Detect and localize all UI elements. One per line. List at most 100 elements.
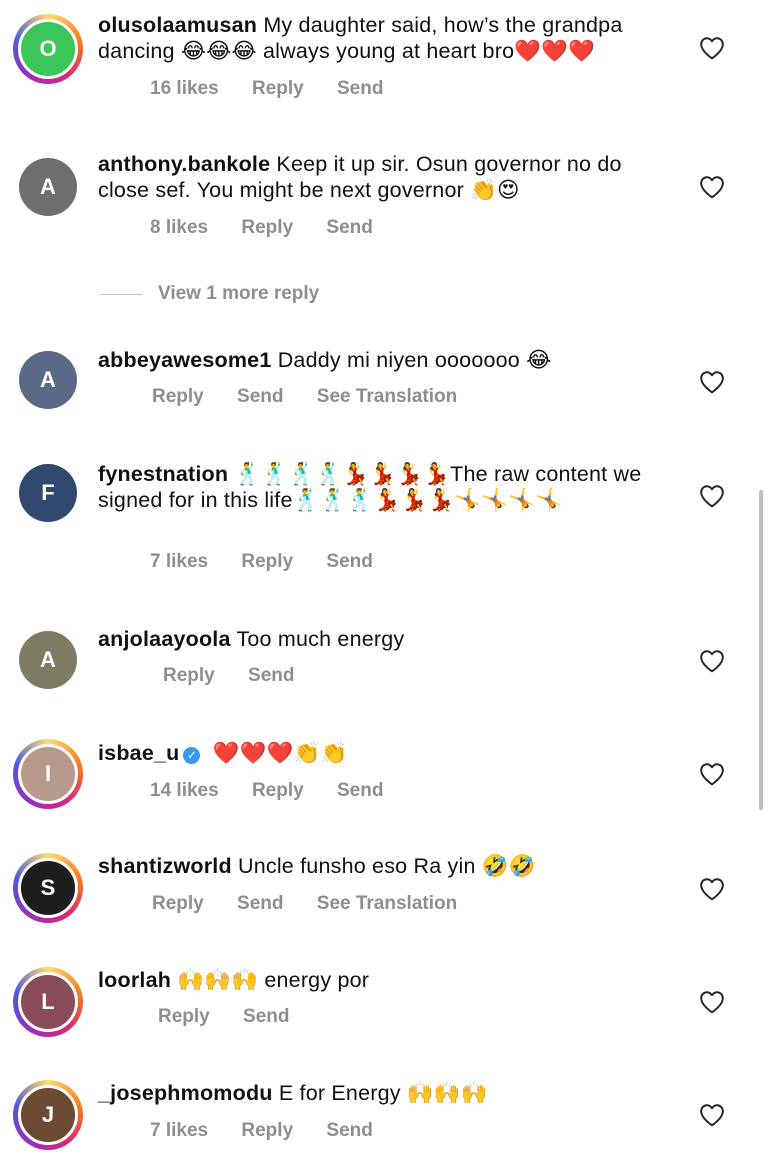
likes-count[interactable]: 7 likes bbox=[150, 551, 208, 572]
reply-button[interactable]: Reply bbox=[241, 1120, 293, 1141]
comment-username[interactable]: anthony.bankole bbox=[98, 152, 270, 176]
send-button[interactable]: Send bbox=[326, 217, 372, 238]
avatar[interactable]: J bbox=[13, 1080, 83, 1150]
avatar[interactable]: A bbox=[13, 625, 83, 695]
comment-text: Uncle funsho eso Ra yin 🤣🤣 bbox=[237, 854, 536, 878]
avatar-image: A bbox=[19, 351, 77, 409]
comment-actions: 7 likes Reply Send bbox=[150, 1120, 401, 1142]
heart-outline-icon[interactable] bbox=[699, 36, 725, 60]
reply-button[interactable]: Reply bbox=[163, 665, 215, 686]
heart-outline-icon[interactable] bbox=[699, 370, 725, 394]
avatar[interactable]: A bbox=[13, 345, 83, 415]
reply-button[interactable]: Reply bbox=[241, 551, 293, 572]
comment-text-block: fynestnation 🕺🕺🕺🕺💃💃💃💃The raw content we … bbox=[98, 461, 673, 513]
heart-outline-icon[interactable] bbox=[699, 762, 725, 786]
heart-outline-icon[interactable] bbox=[699, 990, 725, 1014]
send-button[interactable]: Send bbox=[237, 893, 283, 914]
heart-outline-icon[interactable] bbox=[699, 649, 725, 673]
avatar-image: L bbox=[18, 972, 78, 1032]
scrollbar[interactable] bbox=[759, 490, 763, 810]
divider-line bbox=[100, 293, 142, 295]
comment-actions: Reply Send bbox=[163, 665, 322, 687]
verified-badge-icon: ✓ bbox=[183, 747, 201, 764]
reply-button[interactable]: Reply bbox=[252, 78, 304, 99]
avatar-initial: I bbox=[44, 761, 52, 786]
comment-text-block: anthony.bankole Keep it up sir. Osun gov… bbox=[98, 151, 673, 203]
comment-actions: 8 likes Reply Send bbox=[150, 217, 401, 239]
likes-count[interactable]: 14 likes bbox=[150, 780, 219, 801]
comment-username[interactable]: olusolaamusan bbox=[98, 13, 257, 37]
avatar[interactable]: I bbox=[13, 739, 83, 809]
avatar-image: I bbox=[18, 744, 78, 804]
comment-actions: Reply Send bbox=[158, 1006, 317, 1028]
reply-button[interactable]: Reply bbox=[152, 893, 204, 914]
comment-text-block: _josephmomodu E for Energy 🙌🙌🙌 bbox=[98, 1080, 673, 1106]
reply-button[interactable]: Reply bbox=[241, 217, 293, 238]
avatar[interactable]: O bbox=[13, 14, 83, 84]
comment-actions: 16 likes Reply Send bbox=[150, 78, 411, 100]
likes-count[interactable]: 7 likes bbox=[150, 1120, 208, 1141]
avatar[interactable]: L bbox=[13, 967, 83, 1037]
comment-text-block: isbae_u ✓ ❤️❤️❤️👏👏 bbox=[98, 740, 673, 766]
view-more-replies-label: View 1 more reply bbox=[158, 283, 320, 304]
comment-username[interactable]: loorlah bbox=[98, 968, 171, 992]
avatar-image: S bbox=[18, 858, 78, 918]
send-button[interactable]: Send bbox=[326, 1120, 372, 1141]
avatar-image: A bbox=[19, 158, 77, 216]
comment-text-block: shantizworld Uncle funsho eso Ra yin 🤣🤣 bbox=[98, 853, 673, 879]
likes-count[interactable]: 8 likes bbox=[150, 217, 208, 238]
avatar-initial: A bbox=[40, 367, 56, 392]
avatar-image: A bbox=[19, 631, 77, 689]
heart-outline-icon[interactable] bbox=[699, 484, 725, 508]
comment-text-block: olusolaamusan My daughter said, how’s th… bbox=[98, 12, 673, 64]
likes-count[interactable]: 16 likes bbox=[150, 78, 219, 99]
comment-username[interactable]: _josephmomodu bbox=[98, 1081, 273, 1105]
comments-list: O olusolaamusan My daughter said, how’s … bbox=[0, 0, 768, 1170]
comment-text: 🙌🙌🙌 energy por bbox=[177, 968, 370, 992]
send-button[interactable]: Send bbox=[237, 386, 283, 407]
avatar-initial: L bbox=[41, 989, 55, 1014]
comment-username[interactable]: isbae_u bbox=[98, 741, 179, 765]
comment-text-block: abbeyawesome1 Daddy mi niyen ooooooo 😂 bbox=[98, 347, 673, 373]
see-translation-button[interactable]: See Translation bbox=[317, 386, 457, 407]
avatar-initial: S bbox=[40, 875, 56, 900]
reply-button[interactable]: Reply bbox=[158, 1006, 210, 1027]
comment-text: E for Energy 🙌🙌🙌 bbox=[278, 1081, 488, 1105]
send-button[interactable]: Send bbox=[243, 1006, 289, 1027]
avatar-image: F bbox=[19, 464, 77, 522]
comment-text-block: loorlah 🙌🙌🙌 energy por bbox=[98, 967, 673, 993]
reply-button[interactable]: Reply bbox=[152, 386, 204, 407]
avatar-initial: O bbox=[39, 36, 57, 61]
reply-button[interactable]: Reply bbox=[252, 780, 304, 801]
avatar[interactable]: S bbox=[13, 853, 83, 923]
send-button[interactable]: Send bbox=[337, 78, 383, 99]
avatar-image: O bbox=[18, 19, 78, 79]
heart-outline-icon[interactable] bbox=[699, 877, 725, 901]
comment-username[interactable]: anjolaayoola bbox=[98, 627, 231, 651]
send-button[interactable]: Send bbox=[248, 665, 294, 686]
avatar-image: J bbox=[18, 1085, 78, 1145]
comment-text: Daddy mi niyen ooooooo 😂 bbox=[277, 348, 552, 372]
comment-username[interactable]: abbeyawesome1 bbox=[98, 348, 272, 372]
view-more-replies-button[interactable]: View 1 more reply bbox=[100, 283, 319, 305]
comment-text: Too much energy bbox=[236, 627, 405, 651]
comment-text: ❤️❤️❤️👏👏 bbox=[212, 741, 348, 765]
comment-username[interactable]: shantizworld bbox=[98, 854, 232, 878]
send-button[interactable]: Send bbox=[326, 551, 372, 572]
avatar-initial: F bbox=[41, 480, 55, 505]
comment-actions: Reply Send See Translation bbox=[152, 893, 485, 915]
avatar-initial: A bbox=[40, 174, 56, 199]
avatar[interactable]: A bbox=[13, 152, 83, 222]
comment-text-block: anjolaayoola Too much energy bbox=[98, 626, 673, 652]
heart-outline-icon[interactable] bbox=[699, 175, 725, 199]
send-button[interactable]: Send bbox=[337, 780, 383, 801]
comment-username[interactable]: fynestnation bbox=[98, 462, 228, 486]
see-translation-button[interactable]: See Translation bbox=[317, 893, 457, 914]
avatar-initial: J bbox=[41, 1102, 55, 1127]
comment-actions: 14 likes Reply Send bbox=[150, 780, 411, 802]
comment-actions: 7 likes Reply Send bbox=[150, 551, 401, 573]
comment-actions: Reply Send See Translation bbox=[152, 386, 485, 408]
heart-outline-icon[interactable] bbox=[699, 1103, 725, 1127]
avatar-initial: A bbox=[40, 647, 56, 672]
avatar[interactable]: F bbox=[13, 458, 83, 528]
